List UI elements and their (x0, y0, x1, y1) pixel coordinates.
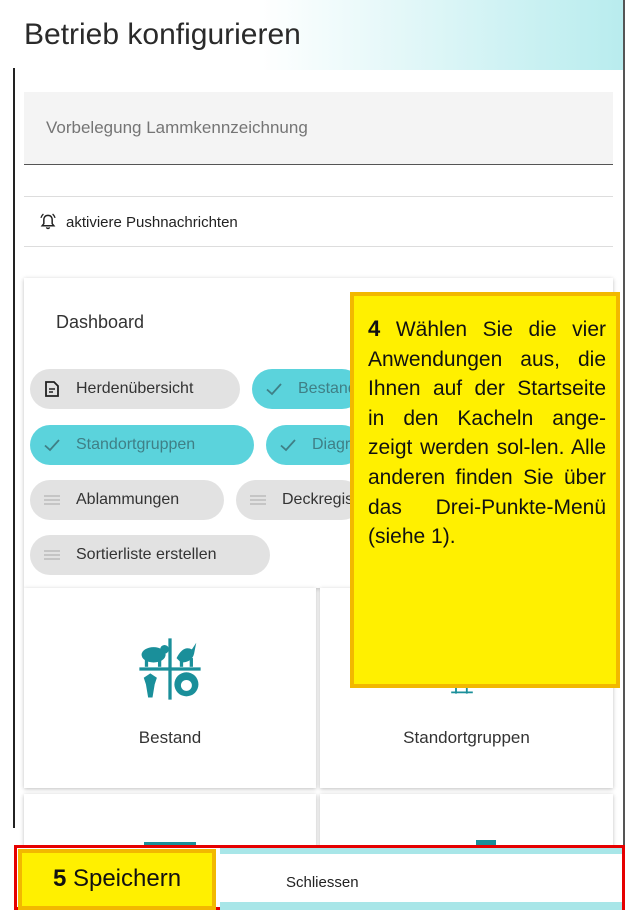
check-icon (266, 383, 282, 396)
tile-label: Bestand (138, 728, 202, 747)
chip-herdenuebersicht[interactable]: Herdenübersicht (30, 369, 240, 409)
step-number: 5 (52, 865, 67, 892)
dialog-left-border (13, 68, 15, 828)
instruction-text: Wählen Sie die vier Anwendungen aus, die… (368, 318, 607, 549)
divider (24, 246, 613, 247)
config-dialog: Betrieb konfigurieren aktiviere Pushnach… (0, 0, 625, 910)
list-icon (44, 550, 60, 560)
chip-bestand[interactable]: Bestand (252, 369, 362, 409)
lamb-id-input[interactable] (24, 92, 613, 164)
instruction-callout-4: 4 Wählen Sie die vier Anwendungen aus, d… (350, 292, 620, 688)
chip-label: Bestand (298, 380, 357, 397)
save-button[interactable]: 5 Speichern (18, 849, 216, 910)
divider (24, 196, 613, 197)
check-icon (44, 439, 60, 452)
dashboard-title: Dashboard (56, 312, 145, 332)
chip-standortgruppen[interactable]: Standortgruppen (30, 425, 254, 465)
chip-deckregister[interactable]: Deckregister (236, 480, 362, 520)
close-button[interactable]: Schliessen (286, 874, 359, 891)
bell-icon (40, 213, 56, 230)
chip-diagramme[interactable]: Diagramme (266, 425, 362, 465)
livestock-icon (139, 638, 201, 700)
chip-sortierliste[interactable]: Sortierliste erstellen (30, 535, 270, 575)
list-icon (44, 495, 60, 505)
lamb-id-field[interactable] (24, 92, 613, 165)
check-icon (280, 439, 296, 452)
tile-label: Standortgruppen (403, 728, 530, 747)
push-notifications-toggle[interactable]: aktiviere Pushnachrichten (38, 212, 238, 232)
chip-label: Sortierliste erstellen (76, 546, 217, 563)
push-label: aktiviere Pushnachrichten (66, 213, 238, 231)
close-area (220, 848, 622, 910)
chip-label: Standortgruppen (76, 436, 196, 453)
dialog-title: Betrieb konfigurieren (24, 18, 301, 51)
chip-label: Ablammungen (76, 491, 180, 508)
chip-label: Herdenübersicht (76, 380, 194, 397)
save-label: Speichern (72, 865, 182, 892)
step-number: 4 (368, 316, 381, 341)
list-icon (250, 495, 266, 505)
document-icon (45, 381, 59, 397)
tile-bestand[interactable]: Bestand (24, 588, 316, 788)
chip-ablammungen[interactable]: Ablammungen (30, 480, 224, 520)
